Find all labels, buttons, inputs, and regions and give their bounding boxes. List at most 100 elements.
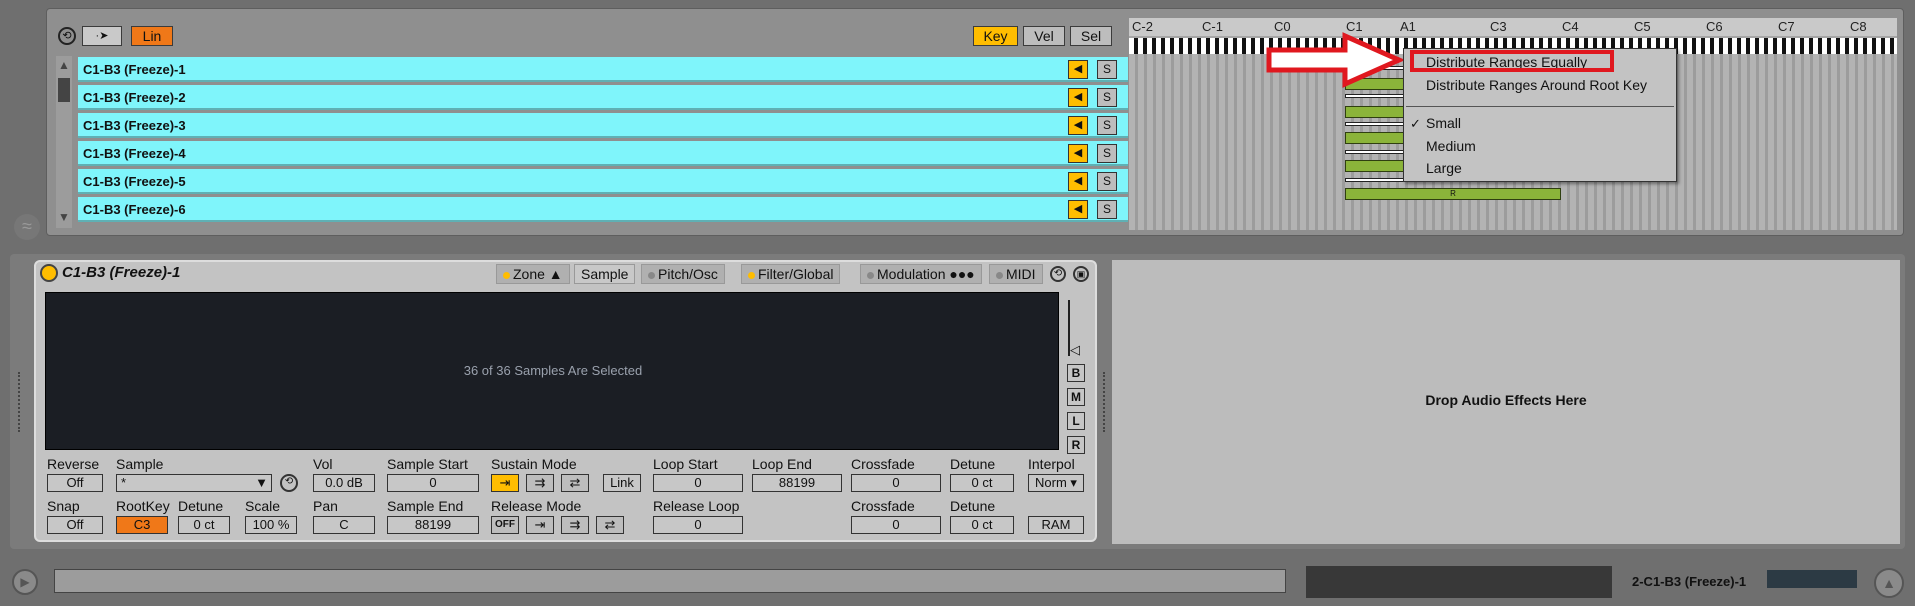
crossfade-field[interactable]: 0 — [851, 474, 941, 492]
vel-tab[interactable]: Vel — [1023, 26, 1065, 46]
zone-row[interactable]: C1-B3 (Freeze)-5 ◀ S — [78, 169, 1128, 194]
solo-button[interactable]: S — [1097, 200, 1117, 219]
menu-separator — [1406, 106, 1674, 107]
sample-end-field[interactable]: 88199 — [387, 516, 479, 534]
solo-button[interactable]: S — [1097, 88, 1117, 107]
tab-zone[interactable]: Zone ▲ — [496, 264, 570, 284]
interpol-label: Interpol — [1028, 456, 1075, 472]
side-button-l[interactable]: L — [1067, 412, 1085, 430]
zone-row[interactable]: C1-B3 (Freeze)-2 ◀ S — [78, 85, 1128, 110]
menu-item-medium[interactable]: Medium — [1426, 138, 1476, 154]
sustain-back-forth-button[interactable]: ⇄ — [561, 474, 589, 492]
scroll-up-icon[interactable]: ▲ — [58, 58, 70, 72]
panel-grip[interactable] — [1103, 372, 1107, 432]
ram-button[interactable]: RAM — [1028, 516, 1084, 534]
detune-field[interactable]: 0 ct — [950, 474, 1014, 492]
key-tab[interactable]: Key — [973, 26, 1018, 46]
side-button-b[interactable]: B — [1067, 364, 1085, 382]
reverse-toggle[interactable]: Off — [47, 474, 103, 492]
note-label: C-2 — [1132, 19, 1153, 34]
note-label: C4 — [1562, 19, 1579, 34]
solo-button[interactable]: S — [1097, 172, 1117, 191]
panel-grip[interactable] — [18, 372, 22, 432]
row-label: C1-B3 (Freeze)-5 — [83, 174, 186, 189]
slider-handle-icon[interactable]: ◁ — [1070, 342, 1080, 358]
device-power-icon[interactable] — [40, 264, 58, 282]
detune2-field[interactable]: 0 ct — [178, 516, 230, 534]
sustain-mode-label: Sustain Mode — [491, 456, 577, 472]
pan-label: Pan — [313, 498, 338, 514]
overview-waveform[interactable] — [1306, 566, 1612, 598]
zone-row[interactable]: C1-B3 (Freeze)-3 ◀ S — [78, 113, 1128, 138]
sustain-no-loop-button[interactable]: ⇥ — [491, 474, 519, 492]
menu-item-distribute-root-key[interactable]: Distribute Ranges Around Root Key — [1426, 77, 1647, 93]
tab-modulation[interactable]: Modulation ●●● — [860, 264, 982, 284]
speaker-icon[interactable]: ◀ — [1068, 200, 1088, 219]
speaker-icon[interactable]: ◀ — [1068, 60, 1088, 79]
detune3-field[interactable]: 0 ct — [950, 516, 1014, 534]
hot-swap-icon[interactable]: ⟲ — [1050, 266, 1066, 282]
rootkey-label: RootKey — [116, 498, 170, 514]
display-message: 36 of 36 Samples Are Selected — [463, 363, 643, 378]
tab-indicator-icon — [503, 271, 510, 279]
sel-tab[interactable]: Sel — [1070, 26, 1112, 46]
checkmark-icon: ✓ — [1410, 116, 1421, 131]
audio-effects-drop-area[interactable]: Drop Audio Effects Here — [1112, 260, 1900, 544]
save-preset-icon[interactable]: ▣ — [1073, 266, 1089, 282]
speaker-icon[interactable]: ◀ — [1068, 116, 1088, 135]
detune3-label: Detune — [950, 498, 996, 514]
tab-midi[interactable]: MIDI — [989, 264, 1043, 284]
speaker-icon[interactable]: ◀ — [1068, 172, 1088, 191]
scale-field[interactable]: 100 % — [245, 516, 297, 534]
wave-icon[interactable]: ≈ — [14, 214, 40, 240]
zone-bar[interactable]: R — [1345, 188, 1561, 200]
zone-row[interactable]: C1-B3 (Freeze)-4 ◀ S — [78, 141, 1128, 166]
crossfade-label: Crossfade — [851, 456, 915, 472]
auto-select-icon[interactable]: ·➤ — [82, 26, 122, 46]
pan-field[interactable]: C — [313, 516, 375, 534]
speaker-icon[interactable]: ◀ — [1068, 144, 1088, 163]
lin-button[interactable]: Lin — [131, 26, 173, 46]
zone-row[interactable]: C1-B3 (Freeze)-6 ◀ S — [78, 197, 1128, 222]
release-loop-field[interactable]: 0 — [653, 516, 743, 534]
hot-swap-icon[interactable]: ⟲ — [280, 474, 298, 492]
menu-item-small[interactable]: Small — [1426, 115, 1461, 131]
sample-display[interactable]: 36 of 36 Samples Are Selected — [45, 292, 1059, 450]
scroll-thumb[interactable] — [58, 78, 70, 102]
sample-select[interactable]: * ▼ — [116, 474, 272, 492]
release-loop-button[interactable]: ⇉ — [561, 516, 589, 534]
tab-label: Sample — [581, 266, 629, 282]
tab-sample[interactable]: Sample — [574, 264, 636, 284]
rootkey-field[interactable]: C3 — [116, 516, 168, 534]
snap-toggle[interactable]: Off — [47, 516, 103, 534]
loop-start-field[interactable]: 0 — [653, 474, 743, 492]
speaker-icon[interactable]: ◀ — [1068, 88, 1088, 107]
vol-field[interactable]: 0.0 dB — [313, 474, 375, 492]
sample-start-field[interactable]: 0 — [387, 474, 479, 492]
loop-end-label: Loop End — [752, 456, 812, 472]
zone-row[interactable]: C1-B3 (Freeze)-1 ◀ S — [78, 57, 1128, 82]
release-off-button[interactable]: OFF — [491, 516, 519, 534]
play-icon[interactable]: ▶ — [12, 569, 38, 595]
solo-button[interactable]: S — [1097, 116, 1117, 135]
solo-button[interactable]: S — [1097, 60, 1117, 79]
side-button-r[interactable]: R — [1067, 436, 1085, 454]
crossfade2-field[interactable]: 0 — [851, 516, 941, 534]
release-back-forth-button[interactable]: ⇄ — [596, 516, 624, 534]
tab-filter-global[interactable]: Filter/Global — [741, 264, 841, 284]
link-button[interactable]: Link — [603, 474, 641, 492]
loop-end-field[interactable]: 88199 — [752, 474, 842, 492]
interpol-select[interactable]: Norm ▾ — [1028, 474, 1084, 492]
sample-label: Sample — [116, 456, 164, 472]
sample-start-label: Sample Start — [387, 456, 468, 472]
hot-swap-icon[interactable]: ⟲ — [58, 27, 76, 45]
release-no-loop-button[interactable]: ⇥ — [526, 516, 554, 534]
side-button-m[interactable]: M — [1067, 388, 1085, 406]
scroll-down-icon[interactable]: ▼ — [58, 210, 70, 224]
sustain-loop-button[interactable]: ⇉ — [526, 474, 554, 492]
menu-item-large[interactable]: Large — [1426, 160, 1462, 176]
cpu-icon[interactable]: ▲ — [1874, 568, 1904, 598]
row-label: C1-B3 (Freeze)-4 — [83, 146, 186, 161]
tab-pitch-osc[interactable]: Pitch/Osc — [641, 264, 725, 284]
solo-button[interactable]: S — [1097, 144, 1117, 163]
